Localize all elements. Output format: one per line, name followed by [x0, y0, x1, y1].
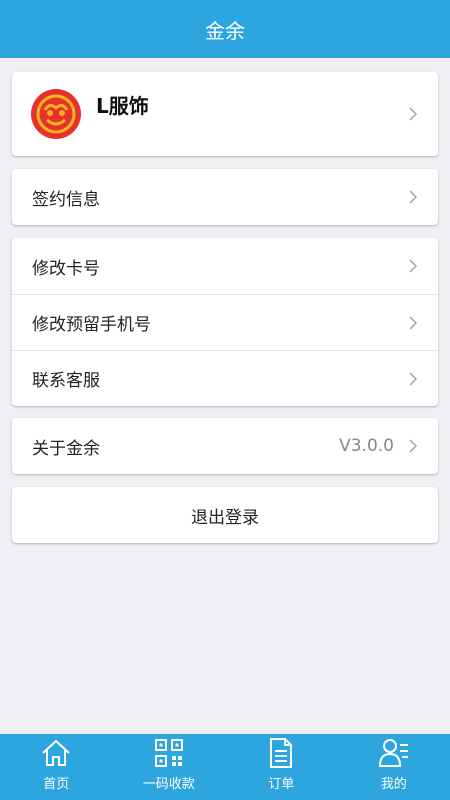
version-text: V3.0.0: [339, 436, 394, 456]
tab-home[interactable]: 首页: [0, 734, 113, 800]
profile-row[interactable]: L服饰: [12, 72, 438, 156]
chevron-right-icon: [409, 315, 418, 330]
logout-label: 退出登录: [191, 507, 259, 528]
profile-card[interactable]: L服饰: [12, 72, 438, 156]
contract-card: 签约信息: [12, 169, 438, 225]
about-label: 关于金余: [32, 438, 100, 459]
document-icon: [270, 738, 293, 768]
chevron-right-icon: [409, 259, 418, 273]
chevron-right-icon: [409, 107, 418, 121]
tab-qr-payment-label: 一码收款: [142, 777, 195, 792]
tab-orders-label: 订单: [268, 777, 295, 792]
chevron-right-icon: [409, 190, 418, 204]
chevron-right-icon: [409, 371, 418, 386]
merchant-name: L服饰: [96, 94, 149, 118]
about-card: 关于金余 V3.0.0: [12, 418, 438, 474]
change-card-row[interactable]: 修改卡号: [12, 238, 438, 294]
qr-code-icon: [154, 739, 183, 767]
change-card-label: 修改卡号: [32, 258, 100, 279]
contract-info-row[interactable]: 签约信息: [12, 169, 438, 225]
tab-mine[interactable]: 我的: [338, 734, 450, 800]
contact-service-label: 联系客服: [32, 371, 100, 391]
change-phone-label: 修改预留手机号: [32, 315, 151, 335]
top-bar: 金余: [0, 0, 450, 58]
logout-card: 退出登录: [12, 487, 438, 543]
about-row[interactable]: 关于金余 V3.0.0: [12, 418, 438, 474]
tab-mine-label: 我的: [380, 777, 407, 792]
tab-orders[interactable]: 订单: [225, 734, 338, 800]
bottom-tab-bar: 首页 一码收款 订单 我的: [0, 734, 450, 800]
chevron-right-icon: [409, 439, 418, 453]
change-phone-row[interactable]: 修改预留手机号: [12, 294, 438, 350]
user-icon: [378, 739, 408, 767]
settings-card: 修改卡号 修改预留手机号 联系客服: [12, 238, 438, 406]
contact-service-row[interactable]: 联系客服: [12, 350, 438, 406]
merchant-logo-icon: [31, 89, 81, 139]
tab-home-label: 首页: [43, 777, 70, 792]
home-icon: [42, 739, 70, 766]
page-title: 金余: [205, 18, 245, 43]
tab-qr-payment[interactable]: 一码收款: [113, 734, 226, 800]
logout-button[interactable]: 退出登录: [12, 487, 438, 543]
contract-info-label: 签约信息: [32, 189, 100, 210]
